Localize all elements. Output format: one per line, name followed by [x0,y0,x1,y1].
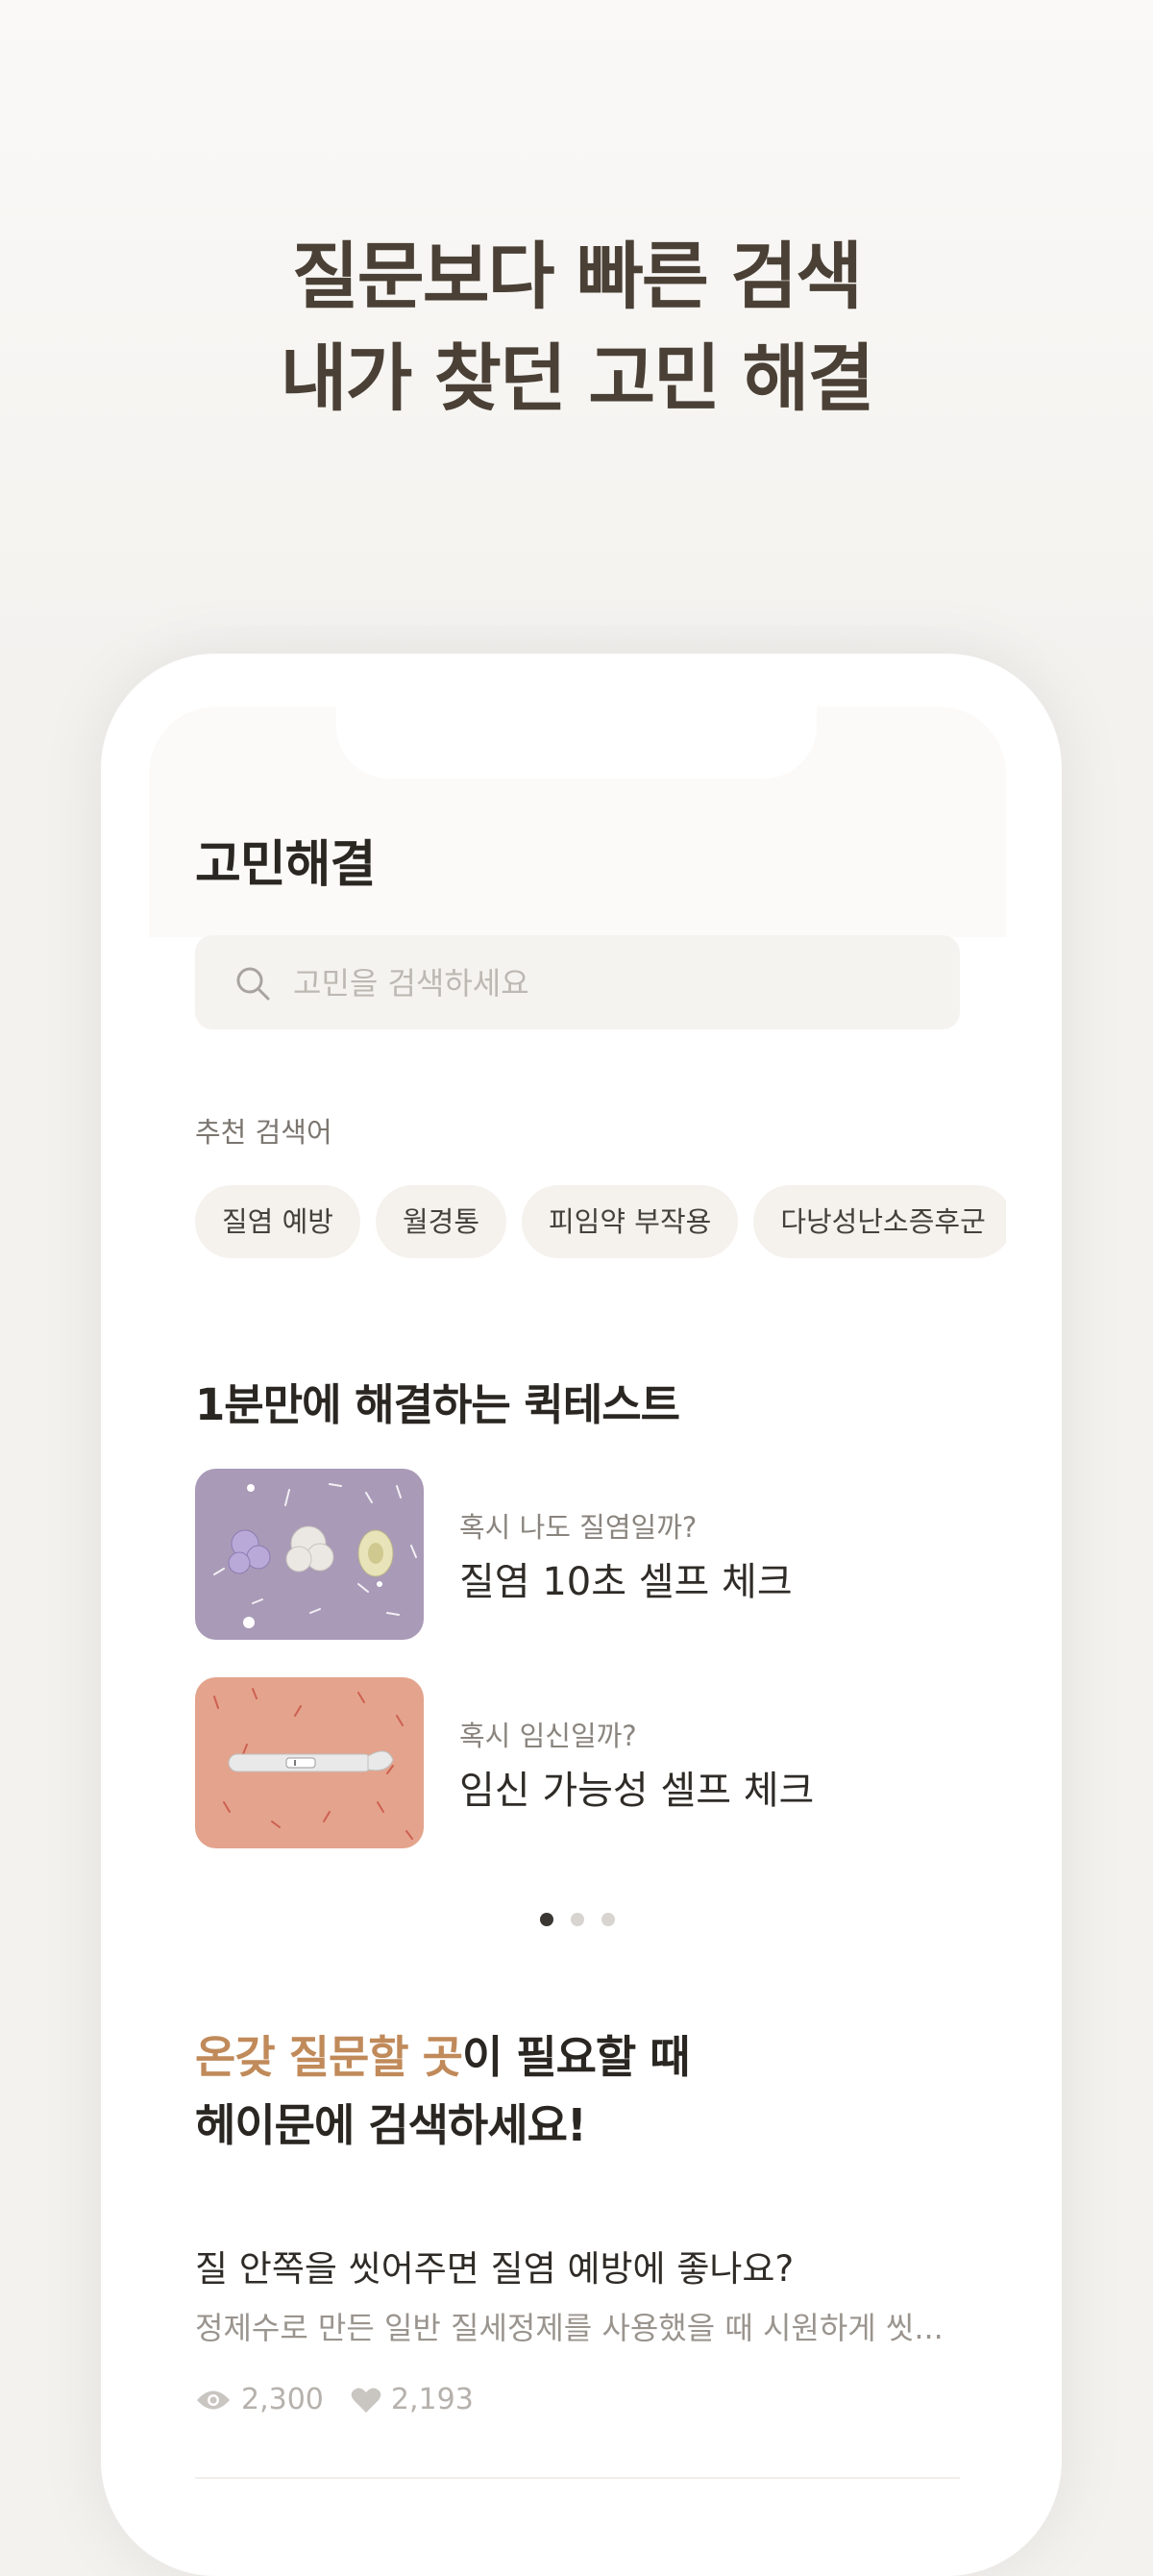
quest-thumbnail-pregnancy [195,1677,424,1848]
microbe-illustration [213,1483,417,1628]
recommended-label: 추천 검색어 [195,1116,332,1149]
promo-accent-text: 온갖 질문할 곳 [195,2031,463,2083]
hero-headline: 질문보다 빠른 검색 내가 찾던 고민 해결 [0,226,1153,430]
search-input[interactable] [291,935,929,1031]
quest-card-vaginitis[interactable]: 혹시 나도 질염일까? 질염 10초 셀프 체크 [195,1469,964,1640]
chip-vaginitis-prevention[interactable]: 질염 예방 [195,1185,360,1258]
phone-screen: 고민해결 추천 검색어 질염 예방월경통피임약 부작용다낭성난소증후군 1분만에… [149,706,1006,2533]
chip-pcos[interactable]: 다낭성난소증후군 [753,1185,1006,1258]
eye-icon [197,2390,230,2409]
quest-section-title: 1분만에 해결하는 퀵테스트 [195,1379,680,1430]
promo-heading: 온갖 질문할 곳이 필요할 때 헤이문에 검색하세요! [195,2023,691,2160]
post-stats: 2,300 2,193 [195,2383,501,2416]
headline-line-2: 내가 찾던 고민 해결 [280,335,875,421]
quest-title: 임신 가능성 셀프 체크 [459,1769,815,1813]
quest-card-pregnancy[interactable]: 혹시 임신일까? 임신 가능성 셀프 체크 [195,1677,964,1848]
post-excerpt: 정제수로 만든 일반 질세정제를 사용했을 때 시원하게 씻... [195,2310,944,2346]
view-count: 2,300 [195,2383,324,2416]
phone-notch [336,706,817,779]
chip-menstrual-pain[interactable]: 월경통 [375,1185,506,1258]
carousel-pagination [149,1913,1006,1926]
like-count-value: 2,193 [390,2383,474,2416]
headline-line-1: 질문보다 빠른 검색 [291,234,863,319]
heart-icon [351,2388,381,2413]
quest-subtitle: 혹시 나도 질염일까? [459,1511,698,1544]
search-bar[interactable] [195,935,960,1031]
quest-subtitle: 혹시 임신일까? [459,1720,637,1752]
quest-thumbnail-vaginitis [195,1469,424,1640]
promo-line-2: 헤이문에 검색하세요! [195,2099,587,2151]
pagination-dot-1[interactable] [540,1913,553,1926]
promo-line-1: 이 필요할 때 [461,2031,691,2083]
pregnancy-test-illustration [213,1688,413,1840]
pagination-dot-3[interactable] [601,1913,615,1926]
post-title[interactable]: 질 안쪽을 씻어주면 질염 예방에 좋나요? [195,2240,794,2291]
view-count-value: 2,300 [241,2383,324,2416]
quest-title: 질염 10초 셀프 체크 [459,1560,793,1604]
divider [195,2477,960,2479]
search-icon [236,967,270,1001]
like-count: 2,193 [351,2383,474,2416]
pagination-dot-2[interactable] [571,1913,584,1926]
page-title: 고민해결 [195,836,376,894]
recommended-chips: 질염 예방 월경통 피임약 부작용 다낭성난소증후군 [195,1185,1006,1258]
chip-pill-side-effects[interactable]: 피임약 부작용 [522,1185,739,1258]
